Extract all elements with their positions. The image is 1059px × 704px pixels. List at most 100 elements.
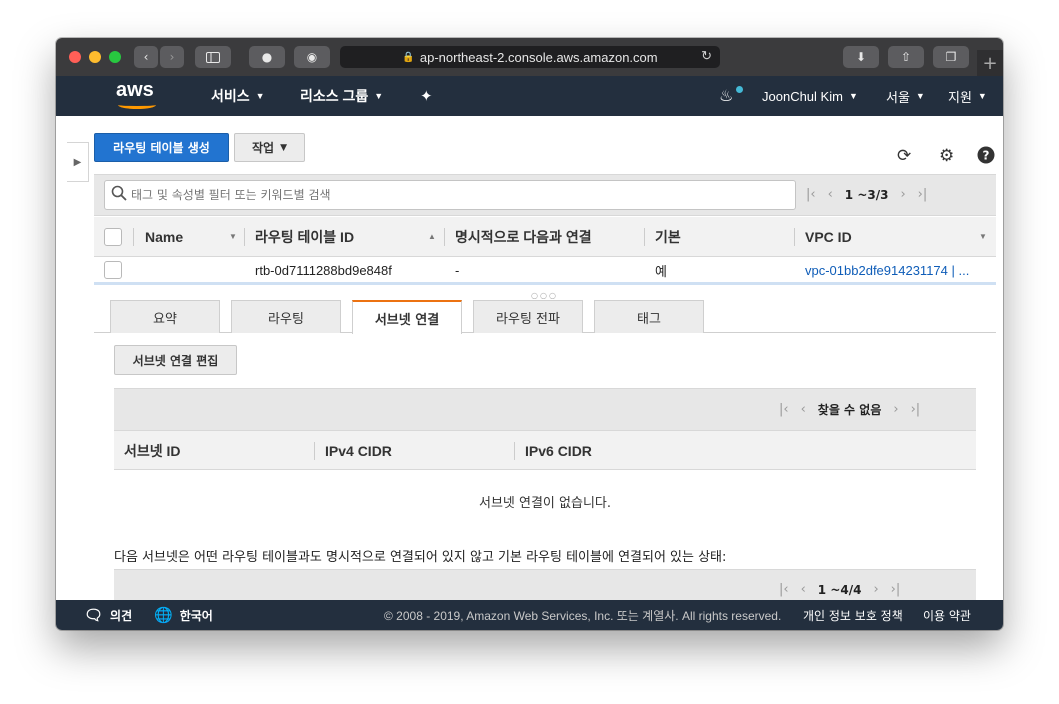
reload-icon[interactable]: ↻ [701,48,712,64]
help-circle-svg: ? [977,146,995,164]
region-menu[interactable]: 서울 ▼ [886,76,925,116]
next-page-icon[interactable]: › [893,402,898,417]
prev-page-icon[interactable]: ‹ [801,582,806,597]
resource-groups-label: 리소스 그룹 [300,88,369,104]
aws-logo[interactable]: aws [116,79,160,111]
cell-main: 예 [655,263,667,279]
cell-vpc-id-link[interactable]: vpc-01bb2dfe914231174 | ... [805,257,969,283]
pin-button[interactable]: ✦ [420,76,433,116]
implicit-subnet-pager: |‹ ‹ 1 ~4/4 › ›| [779,582,900,597]
services-menu[interactable]: 서비스 ▼ [211,76,265,116]
main-content: ▶ 라우팅 테이블 생성 작업 ▼ ⟳ ⚙ ? |‹ ‹ 1 ~3/3 › [56,116,1003,600]
implicit-subnet-table-toolbar: |‹ ‹ 1 ~4/4 › ›| [114,569,976,600]
table-row[interactable]: rtb-0d7111288bd9e848f - 예 vpc-01bb2dfe91… [94,257,996,285]
select-all-checkbox[interactable] [104,228,122,246]
pin-icon: ✦ [420,88,433,105]
column-divider [314,442,315,460]
column-header-vpc-id[interactable]: VPC ID [805,217,852,257]
column-header-subnet-id[interactable]: 서브넷 ID [124,431,181,471]
speech-bubble-icon: 🗨 [84,606,104,624]
browser-window: ‹ › ● ◉ 🔒 ap-northeast-2.console.aws.ama… [56,38,1003,630]
prev-page-icon[interactable]: ‹ [801,402,806,417]
user-menu[interactable]: JoonChul Kim ▼ [762,76,858,116]
language-label: 한국어 [179,608,213,623]
back-button[interactable]: ‹ [134,46,158,68]
downloads-button[interactable]: ⬇ [843,46,879,68]
close-window-button[interactable] [69,51,81,63]
detail-tabs: 요약 라우팅 서브넷 연결 라우팅 전파 태그 [94,300,996,334]
chevron-down-icon: ▼ [977,91,987,101]
language-selector[interactable]: 🌐 한국어 [154,600,213,630]
implicit-subnet-range: 1 ~4/4 [817,582,862,597]
tab-tags[interactable]: 태그 [594,300,704,333]
side-panel-toggle[interactable]: ▶ [67,142,89,182]
tabs-icon: ❐ [945,50,957,64]
row-checkbox[interactable] [104,261,122,279]
minimize-window-button[interactable] [89,51,101,63]
column-header-ipv6-cidr[interactable]: IPv6 CIDR [525,431,592,471]
column-divider [444,228,445,246]
sort-icon[interactable]: ▼ [979,232,987,241]
feedback-label: 의견 [110,608,133,623]
last-page-icon[interactable]: ›| [911,402,921,417]
terms-link[interactable]: 이용 약관 [923,600,971,630]
forward-button[interactable]: › [160,46,184,68]
edit-subnet-associations-button[interactable]: 서브넷 연결 편집 [114,345,237,375]
address-bar[interactable]: 🔒 ap-northeast-2.console.aws.amazon.com … [340,46,720,68]
notification-dot [736,86,743,93]
next-page-icon[interactable]: › [900,187,905,202]
tabs-overview-button[interactable]: ❐ [933,46,969,68]
privacy-policy-link[interactable]: 개인 정보 보호 정책 [803,600,903,630]
globe-icon: 🌐 [154,606,173,624]
create-route-table-button[interactable]: 라우팅 테이블 생성 [94,133,229,162]
last-page-icon[interactable]: ›| [918,187,928,202]
sidebar-toggle-button[interactable] [195,46,231,68]
prev-page-icon[interactable]: ‹ [828,187,833,202]
resource-groups-menu[interactable]: 리소스 그룹 ▼ [300,76,383,116]
panel-resize-handle[interactable]: ○○○ [531,291,558,300]
first-page-icon[interactable]: |‹ [779,582,789,597]
help-icon[interactable]: ? [977,146,995,169]
sort-ascending-icon[interactable]: ▲ [428,232,436,241]
extension-button-2[interactable]: ◉ [294,46,330,68]
support-menu[interactable]: 지원 ▼ [948,76,987,116]
empty-subnet-message: 서브넷 연결이 없습니다. [479,496,611,511]
column-header-main[interactable]: 기본 [655,217,681,257]
copyright-text: © 2008 - 2019, Amazon Web Services, Inc.… [384,608,782,623]
search-input[interactable] [131,188,771,202]
tab-routes[interactable]: 라우팅 [231,300,341,333]
new-tab-button[interactable]: + [977,50,1003,76]
last-page-icon[interactable]: ›| [891,582,901,597]
aws-top-nav: aws 서비스 ▼ 리소스 그룹 ▼ ✦ ♨ JoonChul Kim ▼ 서울… [56,76,1003,116]
next-page-icon[interactable]: › [873,582,878,597]
caret-right-icon: ▶ [73,156,82,168]
feedback-link[interactable]: 🗨 의견 [84,600,132,630]
gear-icon[interactable]: ⚙ [939,146,954,166]
column-header-route-table-id[interactable]: 라우팅 테이블 ID [255,217,354,257]
extension-button[interactable]: ● [249,46,285,68]
column-header-ipv4-cidr[interactable]: IPv4 CIDR [325,431,392,471]
actions-label: 작업 [251,141,275,155]
tab-summary[interactable]: 요약 [110,300,220,333]
chevron-down-icon: ▼ [374,91,384,101]
subnet-pager: |‹ ‹ 찾을 수 없음 › ›| [779,401,920,418]
sort-icon[interactable]: ▼ [229,232,237,241]
zoom-window-button[interactable] [109,51,121,63]
notifications-button[interactable]: ♨ [719,76,733,116]
first-page-icon[interactable]: |‹ [806,187,816,202]
tab-subnet-associations[interactable]: 서브넷 연결 [352,300,462,334]
first-page-icon[interactable]: |‹ [779,402,789,417]
actions-button[interactable]: 작업 ▼ [234,133,305,162]
search-box[interactable] [104,180,796,210]
column-header-explicit-association[interactable]: 명시적으로 다음과 연결 [455,217,592,257]
user-name: JoonChul Kim [762,88,843,104]
svg-text:?: ? [983,149,990,163]
refresh-icon[interactable]: ⟳ [897,146,911,166]
row-checkbox-cell [104,257,122,283]
table-pager: |‹ ‹ 1 ~3/3 › ›| [806,187,927,202]
tab-route-propagation[interactable]: 라우팅 전파 [473,300,583,333]
column-header-name[interactable]: Name [145,217,183,257]
bell-icon: ♨ [719,88,734,105]
column-divider [514,442,515,460]
share-button[interactable]: ⇧ [888,46,924,68]
